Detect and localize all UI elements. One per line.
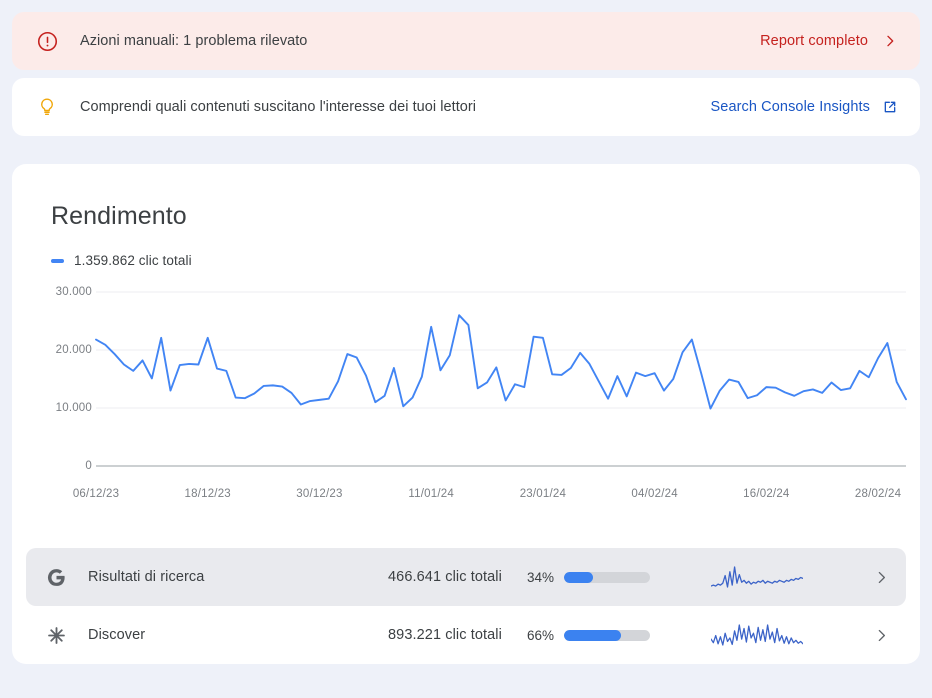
external-link-icon	[882, 99, 898, 115]
search-type-rows: Risultati di ricerca 466.641 clic totali 3…	[26, 548, 906, 664]
performance-chart: 0 10.000 20.000 30.000 06/12/23 18/12/23 30/1…	[38, 284, 907, 500]
search-console-insights-label: Search Console Insights	[710, 99, 870, 115]
chart-x-tick: 28/02/24	[854, 488, 902, 500]
lightbulb-icon	[36, 96, 58, 118]
chart-y-tick: 0	[85, 460, 92, 472]
manual-actions-text: Azioni manuali: 1 problema rilevato	[80, 33, 308, 49]
insights-text: Comprendi quali contenuti suscitano l'in…	[80, 99, 477, 115]
chart-x-tick: 30/12/23	[296, 488, 343, 500]
chart-legend: 1.359.862 clic totali	[51, 253, 894, 268]
insights-banner: Comprendi quali contenuti suscitano l'in…	[12, 78, 920, 136]
full-report-link[interactable]: Report completo	[760, 33, 898, 49]
chart-y-tick: 10.000	[55, 402, 92, 414]
chart-plot-area	[95, 291, 907, 467]
full-report-label: Report completo	[760, 33, 868, 49]
chart-x-tick: 04/02/24	[631, 488, 678, 500]
chevron-right-icon	[882, 33, 898, 49]
chart-x-tick: 23/01/24	[519, 488, 567, 500]
chart-x-axis: 06/12/23 18/12/23 30/12/23 11/01/24 23/01/24…	[38, 488, 901, 508]
google-g-icon	[44, 567, 68, 588]
manual-actions-banner-content: Azioni manuali: 1 problema rilevato	[36, 30, 760, 52]
source-percent-bar-fill	[564, 571, 594, 583]
discover-burst-icon	[44, 625, 68, 646]
chevron-right-icon[interactable]	[864, 569, 890, 586]
chart-y-tick: 30.000	[55, 286, 92, 298]
legend-label-total-clicks: 1.359.862 clic totali	[74, 253, 192, 268]
source-percent-label: 34%	[526, 569, 554, 585]
search-console-insights-link[interactable]: Search Console Insights	[711, 99, 898, 115]
source-percent-label: 66%	[526, 627, 554, 643]
chart-y-tick: 20.000	[55, 344, 92, 356]
table-row[interactable]: Risultati di ricerca 466.641 clic totali 3…	[26, 548, 906, 606]
error-circle-icon	[36, 30, 58, 52]
source-name: Risultati di ricerca	[88, 569, 205, 585]
performance-card: Rendimento 1.359.862 clic totali 0 10.000…	[12, 164, 920, 664]
manual-actions-banner: Azioni manuali: 1 problema rilevato Repo…	[12, 12, 920, 70]
chart-x-tick: 06/12/23	[72, 488, 120, 500]
source-percent-bar	[564, 629, 650, 641]
source-total-clicks: 893.221 clic totali	[388, 627, 502, 643]
source-percent-bar	[564, 571, 650, 583]
source-total-clicks: 466.641 clic totali	[388, 569, 502, 585]
chart-x-tick: 16/02/24	[743, 488, 790, 500]
source-percent-bar-fill	[564, 629, 621, 641]
table-row[interactable]: Discover 893.221 clic totali 66%	[26, 606, 906, 664]
source-name: Discover	[88, 627, 146, 643]
insights-banner-content: Comprendi quali contenuti suscitano l'in…	[36, 96, 711, 118]
source-sparkline	[650, 566, 864, 588]
chart-x-tick: 11/01/24	[408, 488, 454, 500]
source-sparkline	[650, 624, 864, 646]
chart-x-tick: 18/12/23	[184, 488, 231, 500]
search-console-overview-page: Azioni manuali: 1 problema rilevato Repo…	[0, 0, 932, 698]
page-title: Rendimento	[51, 202, 187, 230]
chevron-right-icon[interactable]	[864, 627, 890, 644]
legend-swatch-total-clicks	[51, 258, 64, 263]
